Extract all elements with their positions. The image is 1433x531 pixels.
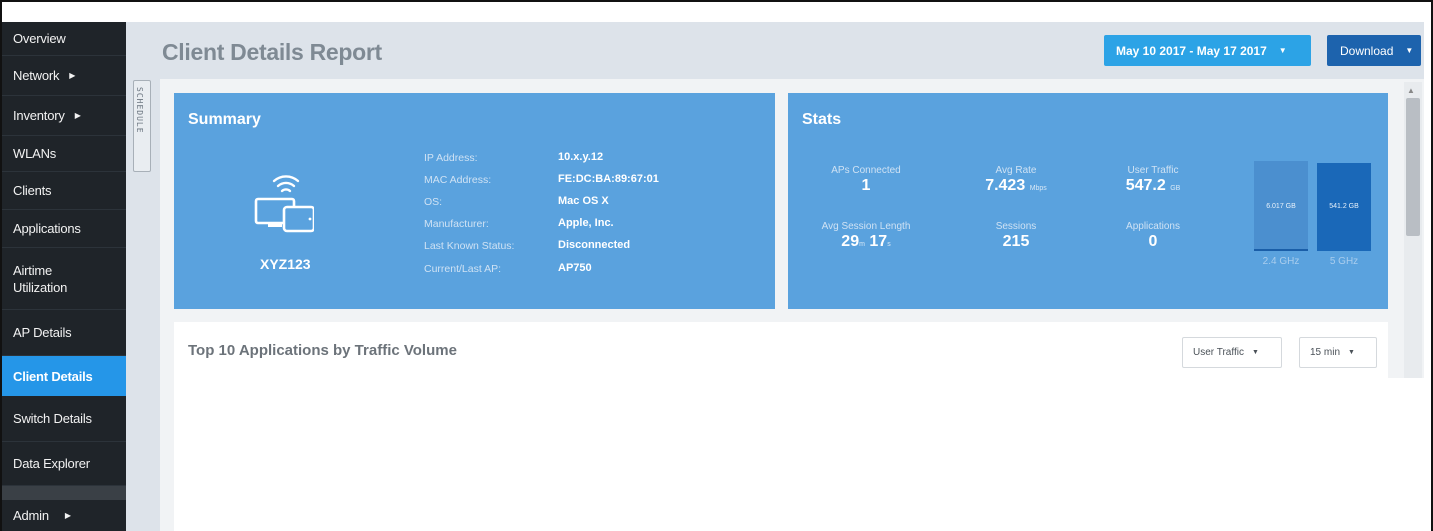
manufacturer-value: Apple, Inc.: [558, 217, 614, 229]
avg-rate-label: Avg Rate: [995, 165, 1037, 176]
aps-connected-value: 1: [861, 177, 871, 194]
scroll-up-icon[interactable]: ▲: [1407, 86, 1415, 95]
mac-address-value: FE:DC:BA:89:67:01: [558, 173, 659, 185]
top-band: [126, 8, 1431, 22]
sidebar-item-label: AP Details: [13, 325, 72, 340]
sidebar-item-switch-details[interactable]: Switch Details: [2, 396, 126, 442]
ip-address-value: 10.x.y.12: [558, 151, 604, 163]
sidebar-item-admin[interactable]: Admin ▶: [2, 500, 126, 531]
sidebar-item-label: Network: [13, 68, 60, 83]
sidebar-item-overview[interactable]: Overview: [2, 22, 126, 56]
band-24ghz-label: 2.4 GHz: [1262, 256, 1300, 267]
sidebar-item-label: WLANs: [13, 146, 57, 161]
scrollbar-thumb[interactable]: [1406, 98, 1420, 236]
sidebar-item-label: Inventory: [13, 108, 65, 123]
ip-address-label: IP Address:: [424, 152, 478, 164]
avg-session-minutes-unit: m: [859, 241, 865, 248]
user-traffic-unit: GB: [1170, 185, 1181, 192]
date-range-button[interactable]: May 10 2017 - May 17 2017 ▼: [1104, 35, 1311, 66]
last-known-status-label: Last Known Status:: [424, 240, 515, 252]
os-label: OS:: [424, 196, 443, 208]
user-traffic-number: 547.2: [1125, 177, 1166, 194]
sidebar-item-inventory[interactable]: Inventory ▶: [2, 96, 126, 136]
wifi-devices-icon: [254, 175, 314, 233]
chevron-down-icon: ▼: [1405, 46, 1414, 55]
sidebar-item-label: Admin: [13, 508, 49, 523]
stats-panel: Stats APs Connected 1 Avg Rate 7.423 Mbp…: [788, 93, 1388, 309]
aps-connected-label: APs Connected: [831, 165, 901, 176]
caret-right-icon: ▶: [74, 111, 81, 120]
sidebar-item-label: Airtime Utilization: [13, 262, 68, 295]
sidebar-item-label: Applications: [13, 221, 81, 236]
summary-title: Summary: [188, 111, 261, 128]
sidebar-item-label: Data Explorer: [13, 456, 90, 471]
avg-session-seconds: 17: [869, 233, 888, 250]
sidebar: Overview Network ▶ Inventory ▶ WLANs Clien…: [2, 22, 126, 531]
avg-session-length-value: 29m 17s: [806, 233, 926, 251]
caret-right-icon: ▶: [69, 71, 76, 80]
sidebar-item-label: Switch Details: [13, 411, 92, 426]
user-traffic-label: User Traffic: [1127, 165, 1179, 176]
sessions-label: Sessions: [995, 221, 1037, 232]
sidebar-item-network[interactable]: Network ▶: [2, 56, 126, 96]
interval-select-value: 15 min: [1310, 347, 1341, 358]
band-5ghz-value: 541.2 GB: [1329, 203, 1359, 210]
last-known-status-value: Disconnected: [558, 239, 631, 251]
sidebar-item-label: Client Details: [13, 368, 93, 384]
chevron-down-icon: ▼: [1278, 46, 1287, 55]
sidebar-item-data-explorer[interactable]: Data Explorer: [2, 442, 126, 486]
sidebar-item-applications[interactable]: Applications: [2, 210, 126, 248]
sidebar-item-wlans[interactable]: WLANs: [2, 136, 126, 172]
date-range-label: May 10 2017 - May 17 2017: [1116, 43, 1267, 58]
chevron-down-icon: ▼: [1348, 349, 1355, 356]
download-label: Download: [1340, 43, 1394, 58]
sidebar-item-label: Clients: [13, 183, 52, 198]
avg-rate-unit: Mbps: [1029, 185, 1047, 192]
user-traffic-value: 547.2 GB: [1093, 177, 1213, 195]
avg-session-length-label: Avg Session Length: [821, 221, 911, 232]
avg-session-seconds-unit: s: [887, 241, 891, 248]
avg-rate-value: 7.423 Mbps: [956, 177, 1076, 195]
sidebar-item-ap-details[interactable]: AP Details: [2, 310, 126, 356]
interval-select[interactable]: 15 min ▼: [1299, 337, 1377, 368]
sidebar-divider: [2, 486, 126, 500]
metric-select[interactable]: User Traffic ▼: [1182, 337, 1282, 368]
download-button[interactable]: Download ▼: [1327, 35, 1421, 66]
applications-label: Applications: [1126, 221, 1180, 232]
band-24ghz-bar[interactable]: 6.017 GB: [1254, 161, 1308, 251]
caret-right-icon: ▶: [64, 511, 71, 520]
sidebar-item-label: Overview: [13, 31, 66, 46]
top-applications-title: Top 10 Applications by Traffic Volume: [188, 342, 457, 359]
avg-rate-number: 7.423: [985, 177, 1026, 194]
schedule-tab-label: SCHEDULE: [135, 87, 144, 134]
os-value: Mac OS X: [558, 195, 609, 207]
client-name: XYZ123: [260, 256, 311, 272]
band-24ghz-value: 6.017 GB: [1266, 203, 1296, 210]
mac-address-label: MAC Address:: [424, 174, 492, 186]
schedule-tab[interactable]: SCHEDULE: [133, 80, 151, 172]
band-5ghz-bar[interactable]: 541.2 GB: [1317, 163, 1371, 251]
current-ap-label: Current/Last AP:: [424, 263, 502, 275]
sessions-value: 215: [1002, 233, 1030, 250]
sidebar-item-clients[interactable]: Clients: [2, 172, 126, 210]
content-blank-area: [1388, 378, 1424, 531]
band-5ghz-label: 5 GHz: [1329, 256, 1359, 267]
sidebar-item-airtime-utilization[interactable]: Airtime Utilization: [2, 248, 126, 310]
chevron-down-icon: ▼: [1251, 349, 1259, 356]
applications-value: 0: [1148, 233, 1158, 250]
metric-select-value: User Traffic: [1193, 347, 1244, 358]
top-applications-panel: Top 10 Applications by Traffic Volume Us…: [174, 322, 1388, 531]
summary-panel: Summary XYZ123 IP Address: 10.x.y.12 MAC…: [174, 93, 775, 309]
sidebar-item-client-details[interactable]: Client Details: [2, 356, 126, 396]
manufacturer-label: Manufacturer:: [424, 218, 489, 230]
current-ap-value: AP750: [558, 262, 592, 274]
avg-session-minutes: 29: [841, 233, 860, 250]
stats-title: Stats: [802, 111, 842, 128]
page-title: Client Details Report: [162, 39, 382, 65]
